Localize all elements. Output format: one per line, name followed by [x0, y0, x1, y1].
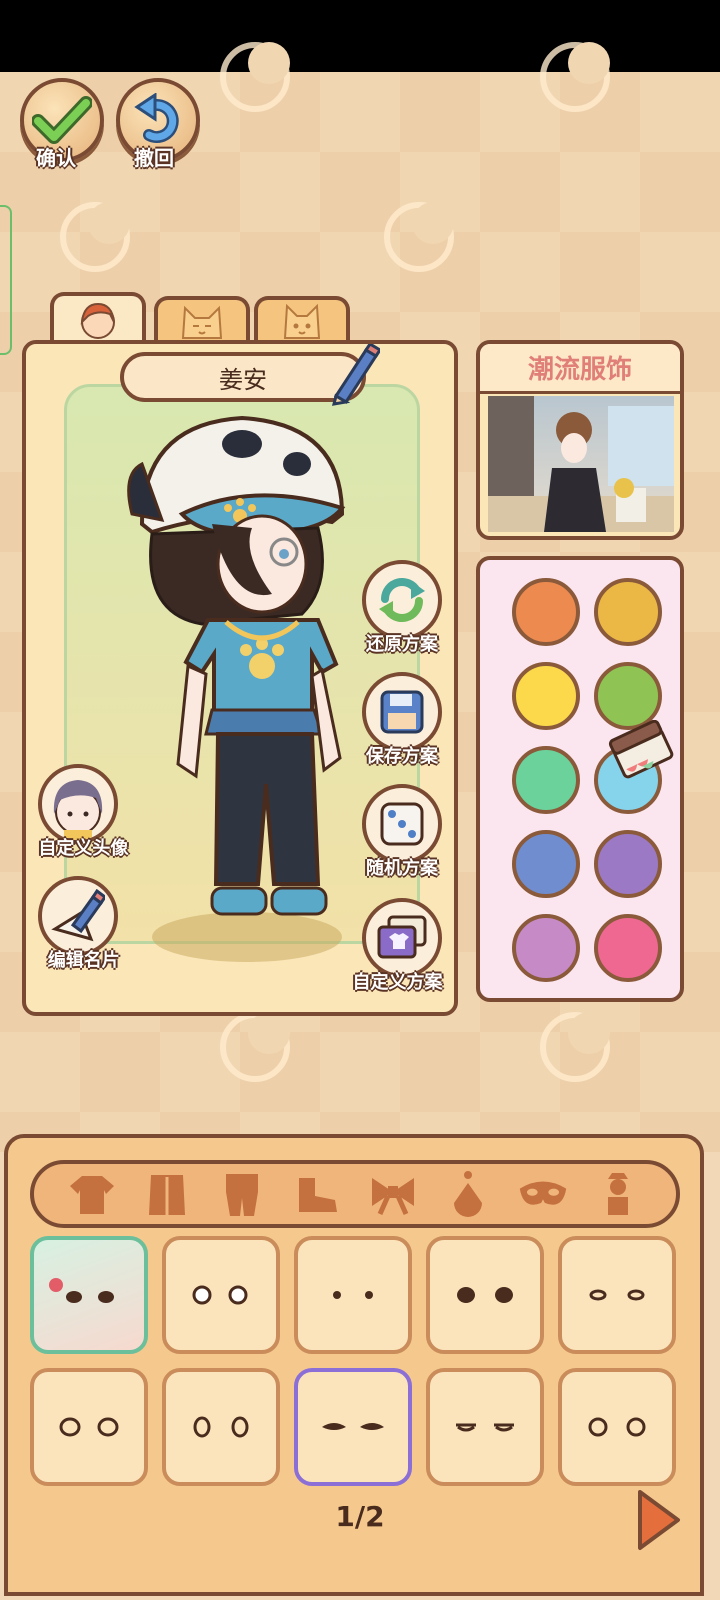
- figure-icon[interactable]: [593, 1169, 643, 1219]
- color-swatch-gold[interactable]: [594, 578, 662, 646]
- refresh-icon: [379, 578, 425, 622]
- item-eyes-1[interactable]: [30, 1236, 148, 1354]
- eyes-icon: [588, 1417, 646, 1437]
- character-panel: 姜安 还原方案 保存方案 随机方案 自定义方案 自定义头像 编辑名片: [22, 340, 458, 1016]
- character-name: 姜安: [219, 365, 267, 394]
- item-eyes-3[interactable]: [294, 1236, 412, 1354]
- top-icon[interactable]: [67, 1169, 117, 1219]
- suit-icon[interactable]: [217, 1169, 267, 1219]
- color-swatch-lilac[interactable]: [512, 914, 580, 982]
- outfit-cards-icon: [377, 915, 427, 959]
- avatar: [53, 780, 103, 840]
- eyes-icon: [456, 1423, 514, 1432]
- fashion-card[interactable]: 潮流服饰: [476, 340, 684, 540]
- item-eyes-9[interactable]: [426, 1368, 544, 1486]
- eyes-icon: [193, 1416, 249, 1438]
- save-plan-button[interactable]: 保存方案: [362, 672, 442, 767]
- random-plan-button[interactable]: 随机方案: [362, 784, 442, 879]
- eyes-icon: [333, 1291, 373, 1299]
- mask-icon[interactable]: [518, 1169, 568, 1219]
- earring-icon[interactable]: [443, 1169, 493, 1219]
- color-swatch-orange[interactable]: [512, 578, 580, 646]
- eyes-icon: [457, 1287, 513, 1303]
- item-eyes-8-selected[interactable]: [294, 1368, 412, 1486]
- item-eyes-10[interactable]: [558, 1368, 676, 1486]
- restore-plan-button[interactable]: 还原方案: [362, 560, 442, 655]
- color-swatch-yellow[interactable]: [512, 662, 580, 730]
- eyes-icon: [59, 1417, 119, 1437]
- custom-avatar-button[interactable]: 自定义头像: [38, 764, 128, 859]
- save-disk-icon: [380, 690, 424, 734]
- edit-card-label: 编辑名片: [47, 950, 120, 971]
- item-eyes-7[interactable]: [162, 1368, 280, 1486]
- color-swatch-blue[interactable]: [512, 830, 580, 898]
- confirm-label: 确认: [36, 146, 76, 170]
- eyes-icon: [322, 1423, 384, 1430]
- item-eyes-6[interactable]: [30, 1368, 148, 1486]
- save-plan-label: 保存方案: [366, 746, 438, 767]
- custom-plan-button[interactable]: 自定义方案: [353, 898, 443, 993]
- undo-icon: [134, 93, 179, 143]
- item-eyes-4[interactable]: [426, 1236, 544, 1354]
- item-eyes-5[interactable]: [558, 1236, 676, 1354]
- custom-avatar-label: 自定义头像: [38, 838, 129, 859]
- category-bar: [30, 1160, 680, 1228]
- girl-face-icon: [80, 302, 115, 339]
- cat-icon: [181, 305, 223, 339]
- card-edit-icon: [51, 889, 105, 942]
- shoe-icon[interactable]: [292, 1169, 342, 1219]
- restore-plan-label: 还原方案: [366, 634, 438, 655]
- color-swatch-purple[interactable]: [594, 830, 662, 898]
- color-palette: [476, 556, 684, 1002]
- fashion-title: 潮流服饰: [480, 344, 680, 394]
- dice-icon: [380, 802, 424, 846]
- dog-icon: [283, 303, 321, 339]
- random-plan-label: 随机方案: [366, 858, 438, 879]
- custom-plan-label: 自定义方案: [352, 972, 443, 993]
- tab-cat[interactable]: [154, 296, 250, 344]
- next-page-icon[interactable]: [636, 1488, 682, 1552]
- side-tab[interactable]: [0, 205, 12, 355]
- check-icon: [32, 96, 92, 144]
- fashion-preview-image: [488, 396, 674, 532]
- coat-icon[interactable]: [142, 1169, 192, 1219]
- eyes-icon: [49, 1278, 114, 1303]
- tab-human[interactable]: [50, 292, 146, 344]
- undo-label: 撤回: [134, 146, 174, 170]
- character-figure: [127, 415, 346, 916]
- color-swatch-pink[interactable]: [594, 914, 662, 982]
- tab-dog[interactable]: [254, 296, 350, 344]
- eyes-icon: [589, 1289, 645, 1301]
- edit-card-button[interactable]: 编辑名片: [38, 876, 120, 971]
- eyes-icon: [192, 1285, 248, 1305]
- status-bar: [0, 0, 720, 72]
- color-swatch-mint[interactable]: [512, 746, 580, 814]
- edit-name-icon[interactable]: [326, 344, 380, 406]
- paint-brush-icon: [608, 720, 674, 779]
- bow-icon[interactable]: [368, 1169, 418, 1219]
- item-eyes-2[interactable]: [162, 1236, 280, 1354]
- page-indicator: 1/2: [335, 1500, 385, 1533]
